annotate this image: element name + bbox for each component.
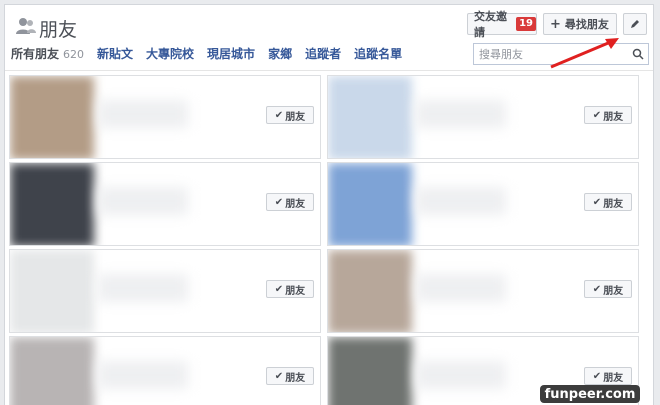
friend-photo[interactable] bbox=[328, 337, 412, 405]
tab-hometown[interactable]: 家鄉 bbox=[268, 45, 292, 62]
tab-all-friends[interactable]: 所有朋友 620 bbox=[11, 45, 84, 62]
check-icon: ✔ bbox=[274, 370, 284, 382]
tab-college[interactable]: 大專院校 bbox=[146, 45, 194, 62]
friend-status-button[interactable]: ✔ 朋友 bbox=[584, 106, 632, 124]
check-icon: ✔ bbox=[274, 196, 284, 208]
friends-count: 620 bbox=[63, 48, 85, 61]
friend-photo[interactable] bbox=[10, 163, 94, 245]
plus-icon: + bbox=[550, 16, 561, 32]
friend-name-blurred[interactable] bbox=[98, 100, 188, 128]
friend-photo[interactable] bbox=[328, 163, 412, 245]
friend-name-blurred[interactable] bbox=[98, 274, 188, 302]
friend-status-label: 朋友 bbox=[285, 285, 306, 297]
check-icon: ✔ bbox=[592, 283, 602, 295]
friend-requests-button[interactable]: 交友邀請 19 bbox=[467, 10, 537, 39]
search-icon[interactable] bbox=[632, 48, 644, 60]
friend-status-label: 朋友 bbox=[603, 111, 624, 123]
page-title: 朋友 bbox=[39, 19, 78, 41]
friend-status-button[interactable]: ✔ 朋友 bbox=[584, 367, 632, 385]
friend-status-button[interactable]: ✔ 朋友 bbox=[584, 193, 632, 211]
friend-status-button[interactable]: ✔ 朋友 bbox=[266, 367, 314, 385]
friend-requests-label: 交友邀請 bbox=[474, 10, 507, 39]
friend-name-blurred[interactable] bbox=[416, 361, 506, 389]
watermark: funpeer.com bbox=[540, 385, 640, 403]
friend-status-label: 朋友 bbox=[603, 285, 624, 297]
friend-photo[interactable] bbox=[10, 337, 94, 405]
friend-status-button[interactable]: ✔ 朋友 bbox=[584, 280, 632, 298]
check-icon: ✔ bbox=[592, 370, 602, 382]
friend-card: ✔ 朋友 bbox=[9, 336, 321, 405]
check-icon: ✔ bbox=[592, 196, 602, 208]
friend-photo[interactable] bbox=[10, 250, 94, 332]
friend-name-blurred[interactable] bbox=[416, 187, 506, 215]
friend-status-label: 朋友 bbox=[603, 198, 624, 210]
friend-card: ✔ 朋友 bbox=[9, 162, 321, 246]
tab-all-friends-label: 所有朋友 bbox=[11, 47, 60, 61]
requests-count-badge: 19 bbox=[516, 17, 536, 31]
friend-status-label: 朋友 bbox=[285, 111, 306, 123]
friend-photo[interactable] bbox=[10, 76, 94, 158]
tab-new-posts[interactable]: 新貼文 bbox=[97, 45, 133, 62]
friend-name-blurred[interactable] bbox=[416, 100, 506, 128]
friend-status-label: 朋友 bbox=[285, 198, 306, 210]
friends-tabs: 所有朋友 620 新貼文 大專院校 現居城市 家鄉 追蹤者 追蹤名單 bbox=[11, 45, 415, 62]
tab-followers[interactable]: 追蹤者 bbox=[305, 45, 341, 62]
friend-status-button[interactable]: ✔ 朋友 bbox=[266, 106, 314, 124]
tab-current-city[interactable]: 現居城市 bbox=[207, 45, 255, 62]
tab-following[interactable]: 追蹤名單 bbox=[354, 45, 402, 62]
friend-card: ✔ 朋友 bbox=[327, 75, 639, 159]
friends-icon bbox=[16, 18, 36, 34]
edit-button[interactable] bbox=[623, 13, 647, 35]
friend-name-blurred[interactable] bbox=[98, 187, 188, 215]
find-friends-label: 尋找朋友 bbox=[564, 18, 609, 31]
friend-name-blurred[interactable] bbox=[98, 361, 188, 389]
friend-status-button[interactable]: ✔ 朋友 bbox=[266, 280, 314, 298]
friend-card: ✔ 朋友 bbox=[327, 249, 639, 333]
friend-status-label: 朋友 bbox=[603, 372, 624, 384]
friend-card: ✔ 朋友 bbox=[9, 249, 321, 333]
check-icon: ✔ bbox=[274, 283, 284, 295]
friend-name-blurred[interactable] bbox=[416, 274, 506, 302]
find-friends-button[interactable]: + 尋找朋友 bbox=[543, 13, 617, 35]
friend-photo[interactable] bbox=[328, 76, 412, 158]
pencil-icon bbox=[631, 20, 639, 28]
friend-status-label: 朋友 bbox=[285, 372, 306, 384]
friend-card: ✔ 朋友 bbox=[9, 75, 321, 159]
check-icon: ✔ bbox=[592, 109, 602, 121]
friend-status-button[interactable]: ✔ 朋友 bbox=[266, 193, 314, 211]
friends-panel: 朋友 交友邀請 19 + 尋找朋友 所有朋友 620 新貼文 大專院校 現居城市 … bbox=[4, 4, 654, 405]
check-icon: ✔ bbox=[274, 109, 284, 121]
annotation-arrow-icon bbox=[550, 38, 619, 69]
friend-card: ✔ 朋友 bbox=[327, 162, 639, 246]
friend-photo[interactable] bbox=[328, 250, 412, 332]
